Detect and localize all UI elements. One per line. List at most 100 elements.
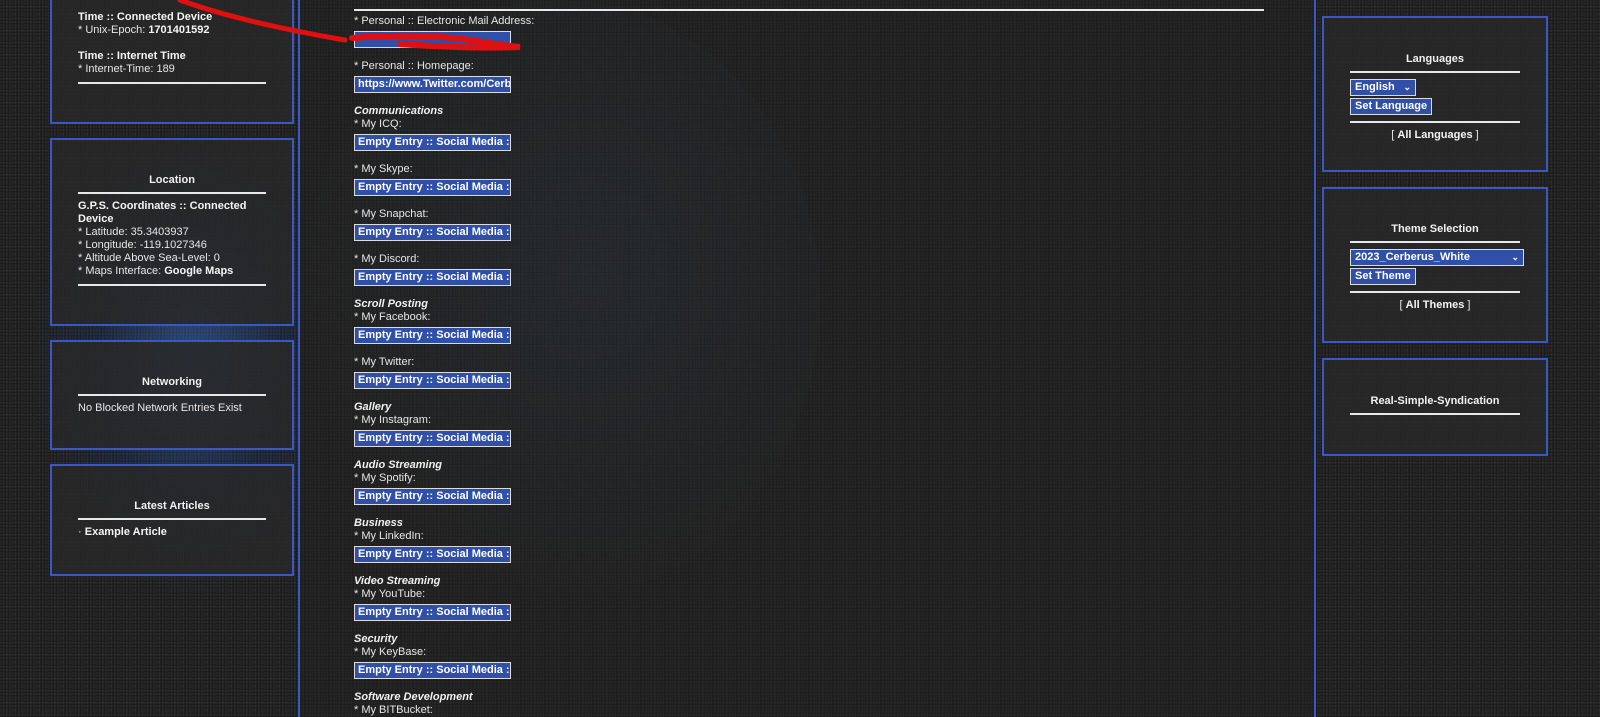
group-title: Scroll Posting xyxy=(354,298,428,310)
social-field-label: * My Skype: xyxy=(354,163,413,175)
languages-panel: Languages English ⌄ Set Language [ All L… xyxy=(1322,16,1548,172)
group-title: Business xyxy=(354,517,403,529)
theme-panel: Theme Selection 2023_Cerberus_White ⌄ Se… xyxy=(1322,187,1548,343)
language-select[interactable]: English ⌄ xyxy=(1350,79,1416,96)
unix-epoch-value: 1701401592 xyxy=(148,24,210,36)
group-title: Software Development xyxy=(354,691,473,703)
email-label: * Personal :: Electronic Mail Address: xyxy=(354,15,535,27)
social-field: * My Facebook:Empty Entry :: Social Medi… xyxy=(354,311,1264,344)
rss-title: Real-Simple-Syndication xyxy=(1350,395,1520,415)
longitude: * Longitude: -119.1027346 xyxy=(78,239,207,251)
unix-epoch-label: * Unix-Epoch: xyxy=(78,24,149,36)
social-field: * My Twitter:Empty Entry :: Social Media… xyxy=(354,356,1264,389)
group-title: Gallery xyxy=(354,401,392,413)
homepage-field[interactable]: https://www.Twitter.com/Cerb xyxy=(354,76,511,93)
social-field: * My LinkedIn:Empty Entry :: Social Medi… xyxy=(354,530,1264,563)
social-field-input[interactable]: Empty Entry :: Social Media : xyxy=(354,604,511,621)
social-field-input[interactable]: Empty Entry :: Social Media : xyxy=(354,546,511,563)
divider xyxy=(78,284,266,286)
bracket-close: ] xyxy=(1472,129,1479,141)
field-group: Business * My LinkedIn:Empty Entry :: Soc… xyxy=(354,517,1264,563)
group-title: Communications xyxy=(354,105,444,117)
homepage-label: * Personal :: Homepage: xyxy=(354,60,474,72)
language-selected: English xyxy=(1355,81,1395,93)
social-field: * My ICQ:Empty Entry :: Social Media : xyxy=(354,118,1264,151)
all-languages-link[interactable]: All Languages xyxy=(1397,129,1472,141)
latitude: * Latitude: 35.3403937 xyxy=(78,226,189,238)
social-field: * My Instagram:Empty Entry :: Social Med… xyxy=(354,414,1264,447)
field-group: Video Streaming * My YouTube:Empty Entry … xyxy=(354,575,1264,621)
group-title: Video Streaming xyxy=(354,575,441,587)
social-field: * My BITBucket:Empty Entry :: Social Med… xyxy=(354,704,1264,717)
social-field: * My Spotify:Empty Entry :: Social Media… xyxy=(354,472,1264,505)
chevron-down-icon: ⌄ xyxy=(1511,252,1519,262)
divider xyxy=(78,82,266,84)
social-field-input[interactable]: Empty Entry :: Social Media : xyxy=(354,269,511,286)
field-group: Security * My KeyBase:Empty Entry :: Soci… xyxy=(354,633,1264,679)
bullet-icon: · xyxy=(78,526,82,538)
theme-select[interactable]: 2023_Cerberus_White ⌄ xyxy=(1350,249,1524,266)
social-field-label: * My ICQ: xyxy=(354,118,402,130)
social-field-label: * My LinkedIn: xyxy=(354,530,424,542)
field-group: Audio Streaming * My Spotify:Empty Entry … xyxy=(354,459,1264,505)
social-media-groups: Communications * My ICQ:Empty Entry :: So… xyxy=(354,105,1264,717)
maps-label: * Maps Interface: xyxy=(78,265,165,277)
chevron-down-icon: ⌄ xyxy=(1403,82,1411,92)
social-field-input[interactable]: Empty Entry :: Social Media : xyxy=(354,662,511,679)
field-group: Communications * My ICQ:Empty Entry :: So… xyxy=(354,105,1264,286)
rss-panel: Real-Simple-Syndication xyxy=(1322,358,1548,456)
internet-time-value: * Internet-Time: 189 xyxy=(78,63,175,75)
theme-selected: 2023_Cerberus_White xyxy=(1355,251,1470,263)
location-panel: Location G.P.S. Coordinates :: Connected… xyxy=(50,138,294,326)
social-field-label: * My BITBucket: xyxy=(354,704,433,716)
social-field-label: * My Facebook: xyxy=(354,311,431,323)
social-field-label: * My Discord: xyxy=(354,253,420,265)
social-field: * My Snapchat:Empty Entry :: Social Medi… xyxy=(354,208,1264,241)
social-field-input[interactable]: Empty Entry :: Social Media : xyxy=(354,430,511,447)
social-field-input[interactable]: Empty Entry :: Social Media : xyxy=(354,134,511,151)
social-field-label: * My Snapchat: xyxy=(354,208,429,220)
time-connected-title: Time :: Connected Device xyxy=(78,11,213,23)
gps-title: G.P.S. Coordinates :: Connected Device xyxy=(78,200,247,225)
section-divider xyxy=(354,9,1264,11)
social-field: * My Skype:Empty Entry :: Social Media : xyxy=(354,163,1264,196)
group-title: Security xyxy=(354,633,398,645)
article-link[interactable]: Example Article xyxy=(85,526,167,538)
social-field: * My YouTube:Empty Entry :: Social Media… xyxy=(354,588,1264,621)
social-field-input[interactable]: Empty Entry :: Social Media : xyxy=(354,372,511,389)
social-field-label: * My KeyBase: xyxy=(354,646,427,658)
theme-title: Theme Selection xyxy=(1350,223,1520,243)
google-maps-link[interactable]: Google Maps xyxy=(164,265,233,277)
networking-panel: Networking No Blocked Network Entries Ex… xyxy=(50,340,294,450)
networking-text: No Blocked Network Entries Exist xyxy=(78,402,242,414)
location-title: Location xyxy=(78,174,266,194)
all-themes-link[interactable]: All Themes xyxy=(1406,299,1465,311)
group-title: Audio Streaming xyxy=(354,459,443,471)
social-field-input[interactable]: Empty Entry :: Social Media : xyxy=(354,224,511,241)
field-group: Gallery * My Instagram:Empty Entry :: Soc… xyxy=(354,401,1264,447)
social-field-label: * My Instagram: xyxy=(354,414,432,426)
divider xyxy=(1350,291,1520,293)
field-group: Software Development* My BITBucket:Empty… xyxy=(354,691,1264,717)
altitude: * Altitude Above Sea-Level: 0 xyxy=(78,252,220,264)
field-group: Scroll Posting * My Facebook:Empty Entry … xyxy=(354,298,1264,389)
divider xyxy=(1350,121,1520,123)
languages-title: Languages xyxy=(1350,53,1520,73)
social-field-label: * My Twitter: xyxy=(354,356,415,368)
articles-title: Latest Articles xyxy=(78,500,266,520)
time-internet-title: Time :: Internet Time xyxy=(78,50,186,62)
time-panel: Time :: Connected Device * Unix-Epoch: 1… xyxy=(50,0,294,124)
articles-panel: Latest Articles · Example Article xyxy=(50,464,294,576)
social-field-input[interactable]: Empty Entry :: Social Media : xyxy=(354,327,511,344)
email-field[interactable] xyxy=(354,31,511,48)
social-field-input[interactable]: Empty Entry :: Social Media : xyxy=(354,488,511,505)
social-field-input[interactable]: Empty Entry :: Social Media : xyxy=(354,179,511,196)
set-theme-button[interactable]: Set Theme xyxy=(1350,268,1416,285)
social-field-label: * My YouTube: xyxy=(354,588,426,600)
set-language-button[interactable]: Set Language xyxy=(1350,98,1433,115)
social-field: * My Discord:Empty Entry :: Social Media… xyxy=(354,253,1264,286)
bracket-close: ] xyxy=(1464,299,1471,311)
main-content: * Personal :: Electronic Mail Address: *… xyxy=(298,0,1316,717)
social-field-label: * My Spotify: xyxy=(354,472,416,484)
networking-title: Networking xyxy=(78,376,266,396)
